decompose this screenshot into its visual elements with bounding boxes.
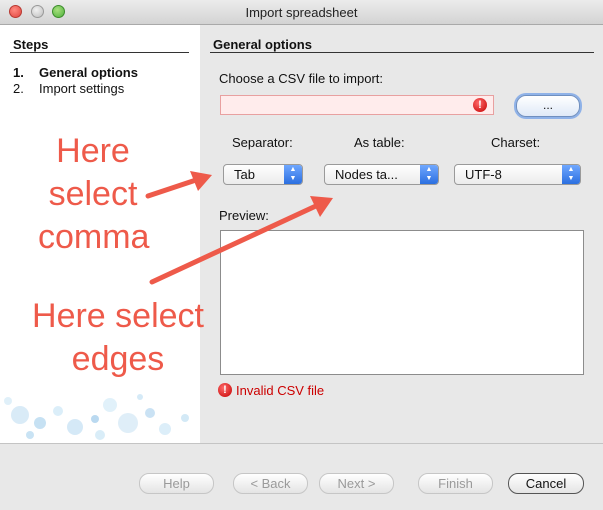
browse-button[interactable]: ... [516, 95, 580, 117]
preview-area[interactable] [220, 230, 584, 375]
annotation-line: Here select [32, 297, 204, 335]
title-bar[interactable]: Import spreadsheet [0, 0, 603, 25]
separator-select[interactable]: Tab ▲ ▼ [223, 164, 303, 185]
preview-label: Preview: [219, 208, 269, 223]
annotation-line: comma [38, 218, 150, 256]
back-button[interactable]: < Back [233, 473, 308, 494]
footer-divider [0, 443, 603, 444]
updown-arrows-icon: ▲ ▼ [562, 165, 580, 184]
annotation-line: select [48, 175, 138, 213]
charset-select[interactable]: UTF-8 ▲ ▼ [454, 164, 581, 185]
csv-file-input[interactable]: ! [220, 95, 494, 115]
updown-arrows-icon: ▲ ▼ [420, 165, 438, 184]
charset-value: UTF-8 [465, 167, 502, 182]
help-button[interactable]: Help [139, 473, 214, 494]
error-icon: ! [218, 383, 232, 397]
separator-value: Tab [234, 167, 255, 182]
cancel-button[interactable]: Cancel [508, 473, 584, 494]
window-title: Import spreadsheet [245, 5, 358, 20]
step-item-general-options: 1. General options [13, 65, 138, 80]
updown-arrows-icon: ▲ ▼ [284, 165, 302, 184]
csv-file-label: Choose a CSV file to import: [219, 71, 384, 86]
as-table-select[interactable]: Nodes ta... ▲ ▼ [324, 164, 439, 185]
step-number: 2. [13, 81, 24, 96]
step-label: Import settings [39, 81, 125, 96]
charset-label: Charset: [491, 135, 541, 150]
annotation-select-comma: Here select comma [38, 130, 150, 259]
finish-button[interactable]: Finish [418, 473, 493, 494]
annotation-select-edges: Here select edges [20, 295, 216, 381]
error-icon: ! [473, 98, 487, 112]
annotation-line: Here [56, 132, 130, 170]
step-number: 1. [13, 65, 24, 80]
steps-title: Steps [13, 37, 49, 52]
step-label: General options [39, 65, 138, 80]
section-divider [210, 52, 594, 53]
as-table-label: As table: [354, 135, 405, 150]
section-title: General options [213, 37, 312, 52]
as-table-value: Nodes ta... [335, 167, 398, 182]
annotation-line: edges [71, 340, 165, 378]
step-item-import-settings: 2. Import settings [13, 81, 124, 96]
steps-divider [10, 52, 189, 53]
separator-label: Separator: [232, 135, 293, 150]
error-text: Invalid CSV file [236, 383, 325, 398]
general-options-panel: General options Choose a CSV file to imp… [200, 25, 603, 443]
next-button[interactable]: Next > [319, 473, 394, 494]
import-spreadsheet-window: Import spreadsheet Steps 1. General optio… [0, 0, 603, 510]
